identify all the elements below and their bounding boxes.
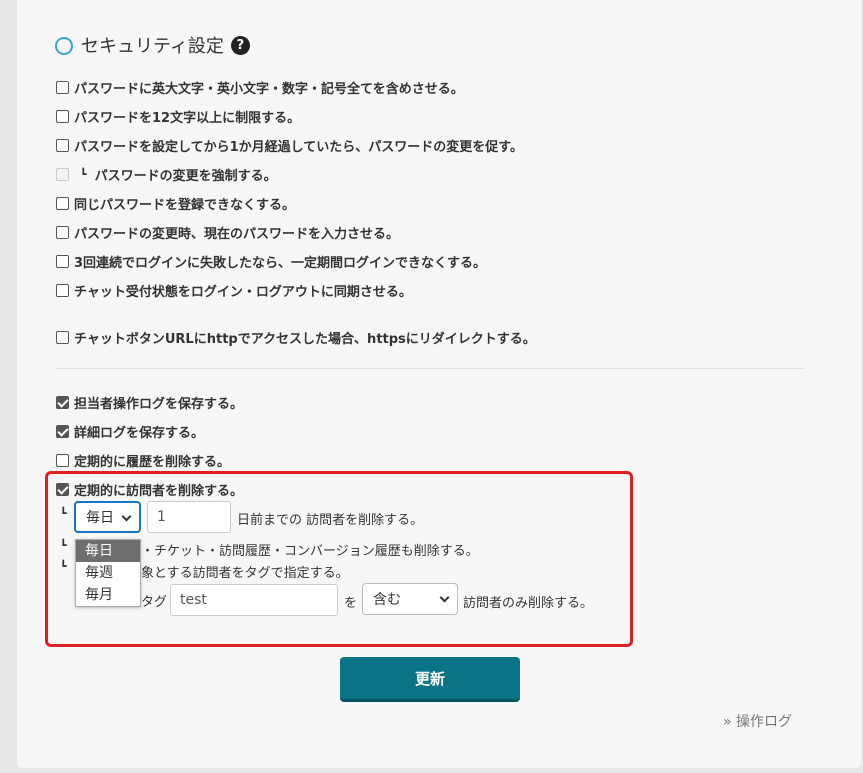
checkbox[interactable] — [56, 109, 69, 123]
option-label: パスワードを設定してから1か月経過していたら、パスワードの変更を促す。 — [74, 139, 523, 155]
option-label: パスワードの変更を強制する。 — [94, 168, 277, 184]
sub-item-marker: ┗ — [60, 560, 67, 573]
days-value: 1 — [157, 509, 166, 525]
option-label: 担当者操作ログを保存する。 — [74, 396, 244, 412]
checkbox[interactable] — [56, 138, 69, 152]
option-label: パスワードに英大文字・英小文字・数字・記号全てを含めさせる。 — [74, 81, 464, 97]
chevron-down-icon — [121, 511, 132, 522]
option-password-length[interactable]: パスワードを12文字以上に制限する。 — [56, 106, 300, 126]
circle-icon — [55, 36, 73, 55]
checkbox — [56, 167, 69, 181]
also-delete-label: ・チケット・訪問履歴・コンバージョン履歴も削除する。 — [141, 544, 479, 559]
checkbox[interactable] — [56, 225, 69, 239]
option-no-password-reuse[interactable]: 同じパスワードを登録できなくする。 — [56, 193, 295, 213]
section-heading: セキュリティ設定 ? — [55, 32, 250, 58]
checkbox[interactable] — [56, 283, 69, 297]
option-password-expiry-prompt[interactable]: パスワードを設定してから1か月経過していたら、パスワードの変更を促す。 — [56, 135, 523, 155]
dropdown-option[interactable]: 毎週 — [76, 562, 140, 584]
update-button[interactable]: 更新 — [340, 657, 520, 702]
option-force-password-change: ┗ パスワードの変更を強制する。 — [56, 164, 277, 184]
target-tag-label: 象とする訪問者をタグで指定する。 — [141, 566, 349, 581]
option-delete-history[interactable]: 定期的に履歴を削除する。 — [56, 450, 230, 470]
days-input[interactable]: 1 — [147, 501, 231, 533]
checkbox[interactable] — [56, 395, 69, 409]
checkbox[interactable] — [56, 80, 69, 94]
option-label: 同じパスワードを登録できなくする。 — [74, 197, 296, 213]
sub-item-marker: ┗ — [60, 539, 67, 552]
checkbox[interactable] — [56, 196, 69, 210]
dropdown-option[interactable]: 毎月 — [76, 584, 140, 606]
option-login-lockout[interactable]: 3回連続でログインに失敗したなら、一定期間ログインできなくする。 — [56, 251, 486, 271]
checkbox[interactable] — [56, 330, 69, 344]
checkbox[interactable] — [56, 482, 69, 496]
option-https-redirect[interactable]: チャットボタンURLにhttpでアクセスした場合、httpsにリダイレクトする。 — [56, 327, 536, 347]
dropdown-option[interactable]: 毎日 — [76, 540, 140, 562]
option-label: パスワードの変更時、現在のパスワードを入力させる。 — [74, 226, 400, 242]
chevron-down-icon — [439, 592, 450, 603]
match-select[interactable]: 含む — [362, 583, 458, 615]
option-label: 定期的に履歴を削除する。 — [74, 454, 231, 470]
checkbox[interactable] — [56, 424, 69, 438]
days-suffix: 日前までの 訪問者を削除する。 — [237, 513, 424, 528]
tag-input[interactable]: test — [170, 584, 338, 616]
section-title: セキュリティ設定 — [81, 36, 224, 57]
match-suffix: 訪問者のみ削除する。 — [463, 596, 594, 611]
frequency-value: 毎日 — [86, 510, 114, 526]
tag-label: タグ — [141, 595, 168, 610]
help-icon[interactable]: ? — [230, 36, 250, 55]
option-label: 詳細ログを保存する。 — [74, 425, 205, 441]
tag-value: test — [180, 592, 207, 608]
option-require-current-password[interactable]: パスワードの変更時、現在のパスワードを入力させる。 — [56, 222, 399, 242]
option-save-detail-log[interactable]: 詳細ログを保存する。 — [56, 421, 204, 441]
match-value: 含む — [373, 592, 401, 608]
frequency-dropdown: 毎日 毎週 毎月 — [75, 539, 141, 607]
operation-log-link[interactable]: » 操作ログ — [723, 711, 792, 731]
option-label: 定期的に訪問者を削除する。 — [74, 483, 244, 499]
divider — [56, 368, 804, 369]
option-label: チャット受付状態をログイン・ログアウトに同期させる。 — [74, 284, 412, 300]
sub-item-marker: ┗ — [80, 167, 87, 181]
option-password-complexity[interactable]: パスワードに英大文字・英小文字・数字・記号全てを含めさせる。 — [56, 77, 464, 97]
frequency-select[interactable]: 毎日 — [74, 501, 141, 533]
sub-item-marker: ┗ — [60, 507, 67, 520]
wo-label: を — [344, 596, 358, 611]
option-label: パスワードを12文字以上に制限する。 — [74, 110, 301, 126]
checkbox[interactable] — [56, 254, 69, 268]
option-label: 3回連続でログインに失敗したなら、一定期間ログインできなくする。 — [74, 255, 487, 271]
option-delete-visitors[interactable]: 定期的に訪問者を削除する。 — [56, 479, 243, 499]
option-save-operation-log[interactable]: 担当者操作ログを保存する。 — [56, 392, 243, 412]
option-chat-status-sync[interactable]: チャット受付状態をログイン・ログアウトに同期させる。 — [56, 280, 412, 300]
checkbox[interactable] — [56, 453, 69, 467]
option-label: チャットボタンURLにhttpでアクセスした場合、httpsにリダイレクトする。 — [74, 331, 536, 347]
